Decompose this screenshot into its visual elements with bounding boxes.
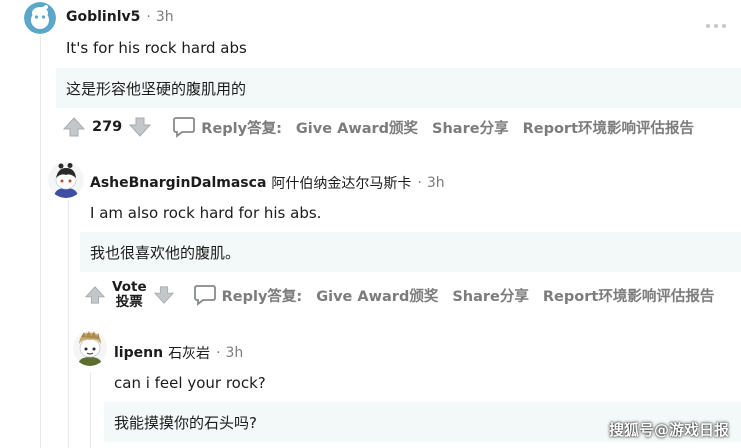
avatar[interactable]	[72, 328, 108, 366]
reply-label: Reply答复:	[201, 120, 282, 137]
downvote-button[interactable]	[128, 116, 152, 138]
comment-text: I am also rock hard for his abs.	[90, 204, 322, 222]
thread-line-level1[interactable]	[40, 36, 41, 448]
comment-bubble-icon	[193, 285, 216, 306]
share-button[interactable]: Share分享	[452, 285, 529, 306]
username-translation: 石灰岩	[168, 346, 211, 362]
reply-label: Reply答复:	[221, 288, 303, 305]
translation-text: 我也很喜欢他的腹肌。	[80, 232, 741, 272]
comment-meta: Goblinlv5 · 3h	[66, 9, 174, 25]
avatar-icon	[73, 331, 107, 366]
comment-meta: AsheBnarginDalmasca 阿什伯纳金达尔马斯卡 · 3h	[90, 173, 445, 193]
downvote-button[interactable]	[153, 285, 175, 305]
share-button[interactable]: Share分享	[432, 117, 509, 138]
report-button[interactable]: Report环境影响评估报告	[543, 285, 714, 306]
vote-count: 279	[92, 119, 123, 135]
vote-label-cn: 投票	[115, 294, 143, 310]
thread-line-level3[interactable]	[90, 372, 91, 448]
downvote-icon	[129, 117, 152, 137]
avatar-icon	[48, 162, 84, 198]
comment-text: can i feel your rock?	[114, 374, 266, 392]
avatar[interactable]	[24, 2, 56, 34]
avatar-icon	[24, 2, 56, 34]
reply-button[interactable]: Reply答复:	[193, 283, 303, 307]
comment-meta: lipenn 石灰岩 · 3h	[114, 343, 243, 363]
give-award-button[interactable]: Give Award颁奖	[296, 117, 418, 138]
vote-label-en: Vote	[112, 279, 147, 295]
action-bar: 279 Reply答复: Give Award颁奖 Share分享 Report…	[62, 115, 694, 139]
username-translation: 阿什伯纳金达尔马斯卡	[271, 176, 412, 192]
timestamp[interactable]: 3h	[156, 9, 174, 25]
thread-line-level2[interactable]	[68, 200, 69, 448]
username[interactable]: lipenn	[114, 345, 163, 361]
avatar[interactable]	[48, 162, 84, 198]
report-button[interactable]: Report环境影响评估报告	[523, 117, 694, 138]
upvote-button[interactable]	[84, 285, 106, 305]
separator: ·	[216, 345, 221, 361]
reply-button[interactable]: Reply答复:	[172, 115, 282, 139]
upvote-button[interactable]	[62, 116, 86, 138]
give-award-button[interactable]: Give Award颁奖	[316, 285, 438, 306]
timestamp[interactable]: 3h	[226, 345, 244, 361]
upvote-icon	[62, 117, 86, 137]
timestamp[interactable]: 3h	[427, 175, 445, 191]
action-bar: Vote 投票 Reply答复: Give Award颁奖 Share分享 Re…	[84, 279, 714, 311]
downvote-icon	[153, 286, 174, 304]
comment-text: It's for his rock hard abs	[66, 39, 247, 57]
username[interactable]: AsheBnarginDalmasca	[90, 175, 266, 191]
vote-label: Vote 投票	[112, 280, 147, 310]
separator: ·	[417, 175, 422, 191]
watermark: 搜狐号@游戏日报	[608, 421, 729, 439]
separator: ·	[146, 9, 151, 25]
translation-text: 这是形容他坚硬的腹肌用的	[56, 68, 741, 108]
more-options-icon[interactable]	[706, 24, 726, 28]
upvote-icon	[84, 286, 106, 304]
username[interactable]: Goblinlv5	[66, 9, 140, 25]
comment-bubble-icon	[173, 117, 196, 138]
